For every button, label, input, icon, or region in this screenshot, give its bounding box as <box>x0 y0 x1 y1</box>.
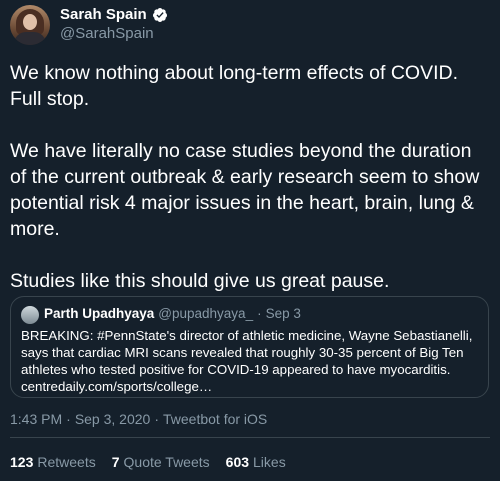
author-avatar[interactable] <box>10 5 50 45</box>
tweet-meta: 1:43 PM · Sep 3, 2020 · Tweetbot for iOS <box>10 411 267 427</box>
likes-stat[interactable]: 603 Likes <box>226 454 286 470</box>
quoted-author-name: Parth Upadhyaya <box>44 306 155 321</box>
avatar-body <box>14 32 46 45</box>
author-name-row: Sarah Spain <box>60 6 168 23</box>
verified-badge-icon <box>152 7 167 22</box>
tweet-text: We know nothing about long-term effects … <box>10 62 480 292</box>
quoted-header: Parth Upadhyaya @pupadhyaya_ · Sep 3 <box>44 306 301 321</box>
quotes-label: Quote Tweets <box>123 454 210 470</box>
quoted-tweet-card[interactable]: Parth Upadhyaya @pupadhyaya_ · Sep 3 BRE… <box>10 296 489 398</box>
likes-count: 603 <box>225 454 250 470</box>
tweet-client[interactable]: Tweetbot for iOS <box>163 411 267 427</box>
quotes-count: 7 <box>111 454 120 470</box>
tweet-stats: 123 Retweets 7 Quote Tweets 603 Likes <box>10 454 286 470</box>
tweet-time[interactable]: 1:43 PM <box>10 411 62 427</box>
author-name[interactable]: Sarah Spain <box>60 6 147 23</box>
quoted-separator: · <box>257 306 262 321</box>
meta-separator: · <box>66 411 71 427</box>
tweet-date[interactable]: Sep 3, 2020 <box>75 411 151 427</box>
quoted-author-handle: @pupadhyaya_ <box>158 306 254 321</box>
divider-top <box>10 437 490 438</box>
quote-tweets-stat[interactable]: 7 Quote Tweets <box>112 454 210 470</box>
quoted-date: Sep 3 <box>265 306 301 321</box>
retweets-stat[interactable]: 123 Retweets <box>10 454 96 470</box>
retweets-label: Retweets <box>37 454 96 470</box>
quoted-text: BREAKING: #PennState's director of athle… <box>21 328 473 394</box>
author-handle[interactable]: @SarahSpain <box>60 25 154 42</box>
meta-separator-2: · <box>154 411 159 427</box>
likes-label: Likes <box>253 454 286 470</box>
tweet-detail: Sarah Spain @SarahSpain We know nothing … <box>0 0 500 481</box>
quoted-author-avatar <box>21 306 39 324</box>
retweets-count: 123 <box>10 454 34 470</box>
avatar-face <box>23 14 37 30</box>
